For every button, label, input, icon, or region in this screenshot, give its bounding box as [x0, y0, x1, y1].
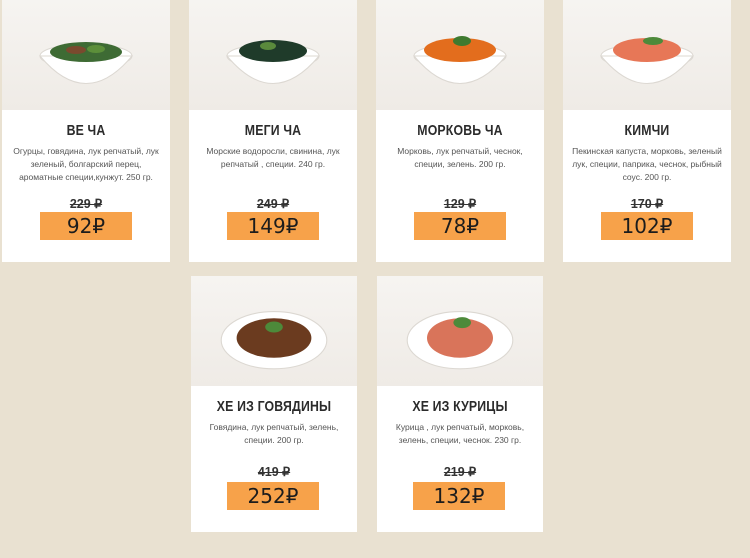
salad-photo[interactable] — [191, 276, 357, 386]
salad-photo[interactable] — [377, 276, 543, 386]
bowl-image — [225, 40, 321, 84]
product-description: Курица , лук репчатый, морковь, зелень, … — [395, 422, 525, 445]
product-description: Пекинская капуста, морковь, зеленый лук,… — [572, 146, 722, 182]
price-badge[interactable]: 92₽ — [40, 212, 132, 240]
product-title[interactable]: КИМЧИ — [578, 122, 716, 139]
product-card[interactable]: ВЕ ЧА Огурцы, говядина, лук репчатый, лу… — [2, 0, 170, 262]
price-badge[interactable]: 78₽ — [414, 212, 506, 240]
product-title[interactable]: ХЕ ИЗ ГОВЯДИНЫ — [206, 398, 342, 415]
old-price: 419 ₽ — [257, 465, 291, 479]
product-description: Говядина, лук репчатый, зелень, специи. … — [209, 422, 339, 445]
product-card[interactable]: ХЕ ИЗ КУРИЦЫ Курица , лук репчатый, морк… — [377, 276, 543, 532]
product-card[interactable]: МОРКОВЬ ЧА Морковь, лук репчатый, чеснок… — [376, 0, 544, 262]
product-description: Морские водоросли, свинина, лук репчатый… — [206, 146, 340, 169]
product-title[interactable]: ХЕ ИЗ КУРИЦЫ — [392, 398, 528, 415]
product-description: Морковь, лук репчатый, чеснок, специи, з… — [397, 146, 523, 169]
price-badge[interactable]: 132₽ — [413, 482, 505, 510]
product-card[interactable]: ХЕ ИЗ ГОВЯДИНЫ Говядина, лук репчатый, з… — [191, 276, 357, 532]
salad-photo[interactable] — [2, 0, 170, 110]
product-description: Огурцы, говядина, лук репчатый, лук зеле… — [13, 146, 159, 182]
product-title[interactable]: МОРКОВЬ ЧА — [391, 122, 529, 139]
old-price: 249 ₽ — [256, 197, 290, 211]
salad-photo[interactable] — [563, 0, 731, 110]
bowl-image — [412, 36, 508, 84]
old-price: 219 ₽ — [443, 465, 477, 479]
product-card[interactable]: МЕГИ ЧА Морские водоросли, свинина, лук … — [189, 0, 357, 262]
old-price: 229 ₽ — [69, 197, 103, 211]
salad-photo[interactable] — [189, 0, 357, 110]
plate-image — [406, 311, 514, 370]
product-card[interactable]: КИМЧИ Пекинская капуста, морковь, зелены… — [563, 0, 731, 262]
salad-photo[interactable] — [376, 0, 544, 110]
price-badge[interactable]: 102₽ — [601, 212, 693, 240]
bowl-image — [599, 37, 695, 84]
price-badge[interactable]: 252₽ — [227, 482, 319, 510]
product-title[interactable]: МЕГИ ЧА — [204, 122, 342, 139]
product-title[interactable]: ВЕ ЧА — [17, 122, 155, 139]
bowl-image — [38, 42, 134, 84]
price-badge[interactable]: 149₽ — [227, 212, 319, 240]
plate-image — [220, 311, 328, 370]
old-price: 170 ₽ — [630, 197, 664, 211]
old-price: 129 ₽ — [443, 197, 477, 211]
